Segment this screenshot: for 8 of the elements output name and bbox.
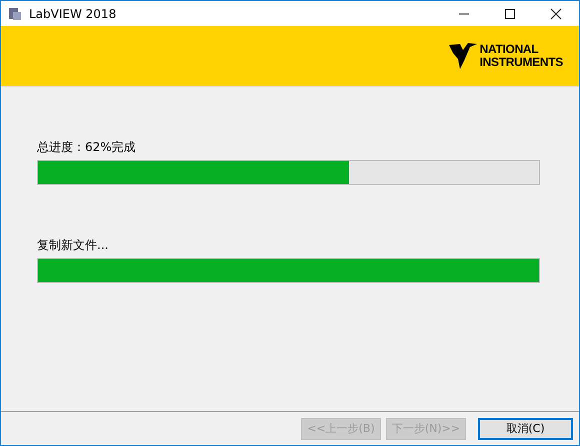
eagle-icon: [448, 41, 478, 71]
progress-label: 总进度：62%完成: [37, 139, 137, 156]
logo-text: INSTRUMENTS: [480, 56, 563, 69]
wizard-button[interactable]: 取消(C): [478, 418, 573, 440]
progress-label: 复制新文件...: [37, 237, 110, 254]
window-title: LabVIEW 2018: [29, 6, 116, 20]
logo-text: NATIONAL: [480, 43, 540, 56]
app-icon: [7, 6, 23, 22]
